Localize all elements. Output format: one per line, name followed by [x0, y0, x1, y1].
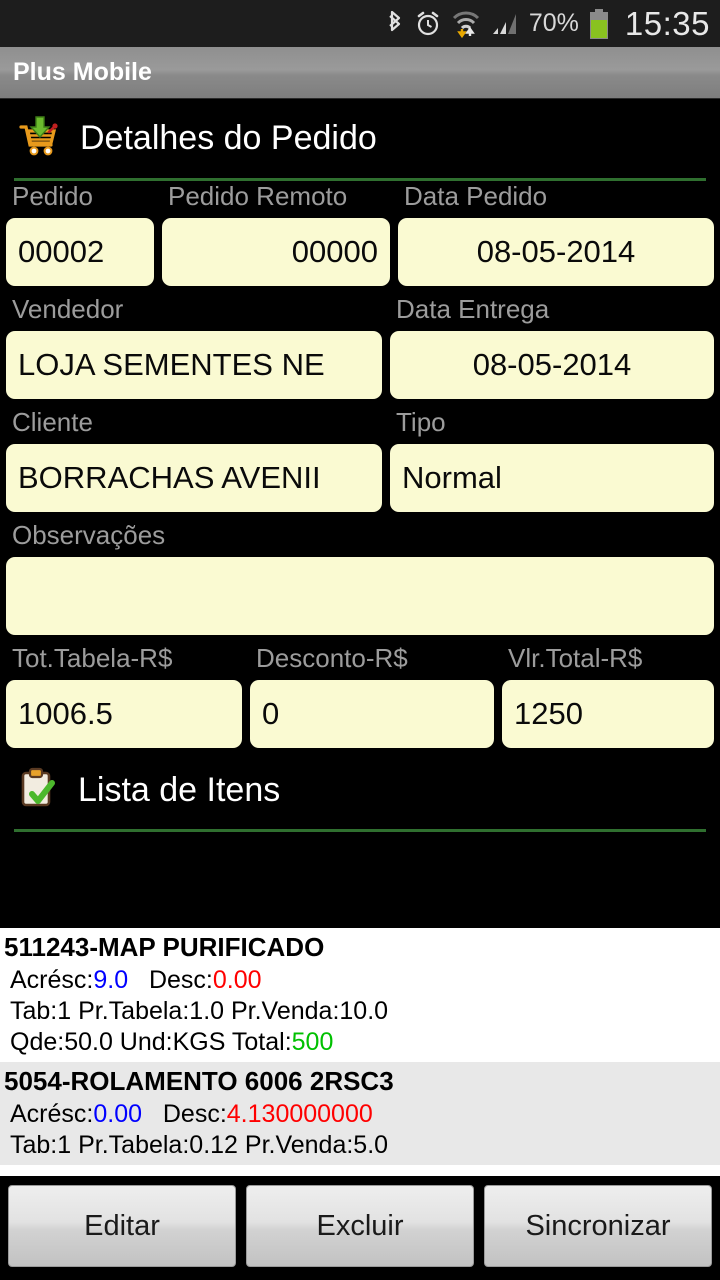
form-row-1-labels: Pedido Pedido Remoto Data Pedido: [0, 181, 720, 212]
label-desconto: Desconto-R$: [256, 643, 408, 673]
item-acresc-desc-line: Acrésc:0.00 Desc:4.130000000: [0, 1099, 720, 1130]
field-pedido[interactable]: 00002: [6, 218, 154, 286]
form-row-5-labels: Tot.Tabela-R$ Desconto-R$ Vlr.Total-R$: [0, 643, 720, 674]
form-row-4-fields: [0, 557, 720, 635]
item-desc-label: Desc:: [162, 1100, 227, 1128]
field-data-pedido[interactable]: 08-05-2014: [398, 218, 714, 286]
edit-button[interactable]: Editar: [8, 1185, 236, 1267]
signal-icon: [490, 9, 520, 39]
label-pedido-remoto: Pedido Remoto: [168, 181, 348, 211]
field-tipo[interactable]: Normal: [390, 444, 714, 512]
page-title: Detalhes do Pedido: [80, 119, 377, 157]
field-pedido-remoto-value: 00000: [291, 234, 378, 269]
field-vlr-total-value: 1250: [514, 696, 583, 731]
field-cliente-value: BORRACHAS AVENII: [18, 460, 321, 495]
item-acresc-label: Acrésc:: [10, 1100, 94, 1128]
item-total-value: 500: [291, 1028, 334, 1056]
page-header: Detalhes do Pedido: [0, 99, 720, 174]
label-pedido: Pedido: [12, 181, 93, 211]
bluetooth-icon: [385, 9, 405, 39]
label-vendedor: Vendedor: [12, 294, 124, 324]
field-data-pedido-value: 08-05-2014: [476, 234, 636, 269]
item-name: 511243-MAP PURIFICADO: [4, 932, 325, 962]
field-tot-tabela-value: 1006.5: [18, 696, 113, 731]
battery-icon: [588, 8, 610, 40]
field-desconto[interactable]: 0: [250, 680, 494, 748]
clipboard-check-icon: [16, 766, 60, 815]
item-qty-total-line: Qde:50.0 Und:KGS Total:500: [0, 1027, 720, 1058]
field-cliente[interactable]: BORRACHAS AVENII: [6, 444, 382, 512]
item-desc-value: 4.130000000: [226, 1100, 373, 1128]
app-title-bar: Plus Mobile: [0, 47, 720, 99]
alarm-icon: [414, 9, 442, 39]
status-clock: 15:35: [624, 4, 710, 42]
field-vendedor[interactable]: LOJA SEMENTES NE: [6, 331, 382, 399]
label-vlr-total: Vlr.Total-R$: [508, 643, 643, 673]
field-data-entrega-value: 08-05-2014: [472, 347, 632, 382]
battery-percent-label: 70%: [528, 9, 579, 37]
field-vendedor-value: LOJA SEMENTES NE: [18, 347, 325, 382]
form-row-1-fields: 00002 00000 08-05-2014: [0, 218, 720, 286]
form-row-2-fields: LOJA SEMENTES NE 08-05-2014: [0, 331, 720, 399]
item-acresc-label: Acrésc:: [10, 966, 94, 994]
app-screen: 70% 15:35 Plus Mobile Detalhes do Pedido…: [0, 0, 720, 1280]
item-desc-value: 0.00: [212, 966, 262, 994]
list-item[interactable]: 511243-MAP PURIFICADO Acrésc:9.0 Desc:0.…: [0, 928, 720, 1062]
form-row-3-labels: Cliente Tipo: [0, 407, 720, 438]
label-cliente: Cliente: [12, 407, 93, 437]
field-observacoes[interactable]: [6, 557, 714, 635]
label-data-entrega: Data Entrega: [396, 294, 550, 324]
list-item[interactable]: 5054-ROLAMENTO 6006 2RSC3 Acrésc:0.00 De…: [0, 1062, 720, 1165]
field-tot-tabela[interactable]: 1006.5: [6, 680, 242, 748]
delete-button[interactable]: Excluir: [246, 1185, 474, 1267]
item-acresc-value: 0.00: [93, 1100, 143, 1128]
field-tipo-value: Normal: [402, 460, 502, 495]
items-section-header: Lista de Itens: [0, 748, 720, 825]
field-pedido-value: 00002: [18, 234, 105, 269]
items-list[interactable]: 511243-MAP PURIFICADO Acrésc:9.0 Desc:0.…: [0, 928, 720, 1176]
synchronize-button[interactable]: Sincronizar: [484, 1185, 712, 1267]
item-acresc-desc-line: Acrésc:9.0 Desc:0.00: [0, 965, 720, 996]
label-tot-tabela: Tot.Tabela-R$: [12, 643, 173, 673]
action-button-bar: Editar Excluir Sincronizar: [0, 1176, 720, 1280]
field-vlr-total[interactable]: 1250: [502, 680, 714, 748]
item-name: 5054-ROLAMENTO 6006 2RSC3: [4, 1066, 394, 1096]
items-section-title: Lista de Itens: [78, 771, 281, 809]
label-observacoes: Observações: [12, 520, 166, 550]
shopping-cart-download-icon: [16, 113, 62, 164]
field-desconto-value: 0: [262, 696, 280, 731]
wifi-icon: [451, 9, 481, 39]
items-divider: [14, 829, 706, 832]
app-name-label: Plus Mobile: [13, 58, 152, 86]
order-form: Pedido Pedido Remoto Data Pedido 00002 0…: [0, 181, 720, 748]
item-price-line: Tab:1 Pr.Tabela:0.12 Pr.Venda:5.0: [10, 1131, 389, 1159]
item-price-line: Tab:1 Pr.Tabela:1.0 Pr.Venda:10.0: [10, 997, 389, 1025]
form-row-5-fields: 1006.5 0 1250: [0, 680, 720, 748]
status-bar: 70% 15:35: [0, 0, 720, 47]
form-row-4-labels: Observações: [0, 520, 720, 551]
form-row-2-labels: Vendedor Data Entrega: [0, 294, 720, 325]
field-data-entrega[interactable]: 08-05-2014: [390, 331, 714, 399]
label-tipo: Tipo: [396, 407, 446, 437]
item-qty-label: Qde:50.0 Und:KGS Total:: [10, 1028, 292, 1056]
item-desc-label: Desc:: [148, 966, 213, 994]
field-pedido-remoto[interactable]: 00000: [162, 218, 390, 286]
form-row-3-fields: BORRACHAS AVENII Normal: [0, 444, 720, 512]
label-data-pedido: Data Pedido: [404, 181, 548, 211]
item-acresc-value: 9.0: [93, 966, 129, 994]
